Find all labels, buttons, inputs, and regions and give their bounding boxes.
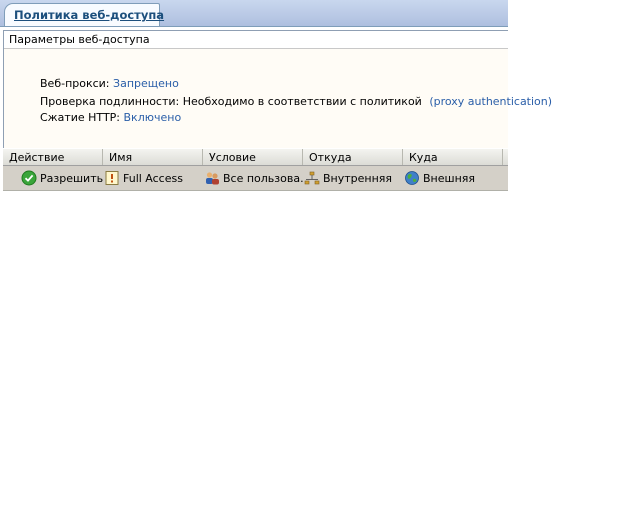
tab-strip: Политика веб-доступа — [0, 0, 508, 27]
table-row[interactable]: Разрешить Full Access Все пользова... Вн… — [3, 166, 508, 191]
web-access-settings-panel: Параметры веб-доступа Веб-прокси: Запрещ… — [3, 30, 552, 148]
column-header-name[interactable]: Имя — [103, 149, 203, 165]
panel-title: Параметры веб-доступа — [9, 33, 150, 46]
panel-header: Параметры веб-доступа — [4, 31, 508, 49]
globe-icon — [405, 171, 419, 185]
users-icon — [206, 172, 219, 185]
cell-name: Full Access — [104, 166, 203, 190]
auth-setting: Проверка подлинности: Необходимо в соотв… — [40, 95, 552, 108]
cell-destination: Внешняя — [404, 166, 503, 190]
cell-condition: Все пользова... — [204, 166, 303, 190]
auth-extra[interactable]: (proxy authentication) — [429, 95, 552, 108]
column-header-source[interactable]: Откуда — [303, 149, 403, 165]
tab-web-access-policy[interactable]: Политика веб-доступа — [4, 3, 164, 26]
source-text: Внутренняя — [323, 171, 393, 185]
web-proxy-setting: Веб-прокси: Запрещено — [40, 77, 179, 90]
allow-check-icon — [21, 170, 37, 186]
network-icon — [304, 171, 320, 185]
grid-header: Действие Имя Условие Откуда Куда — [3, 149, 508, 166]
rule-icon — [105, 171, 119, 185]
compression-value[interactable]: Включено — [124, 111, 182, 124]
rule-name-text: Full Access — [123, 171, 183, 185]
cell-action: Разрешить — [21, 166, 103, 190]
web-proxy-label: Веб-прокси: — [40, 77, 110, 90]
auth-value: Необходимо в соответствии с политикой — [182, 95, 422, 108]
cell-source: Внутренняя — [304, 166, 403, 190]
column-header-action[interactable]: Действие — [3, 149, 103, 165]
action-text: Разрешить — [40, 171, 103, 185]
destination-text: Внешняя — [423, 171, 475, 185]
auth-label: Проверка подлинности: — [40, 95, 180, 108]
column-header-destination[interactable]: Куда — [403, 149, 503, 165]
condition-text: Все пользова... — [223, 171, 303, 185]
tab-label: Политика веб-доступа — [14, 8, 165, 22]
web-access-policy-view: Политика веб-доступа Параметры веб-досту… — [0, 0, 552, 192]
column-header-condition[interactable]: Условие — [203, 149, 303, 165]
web-proxy-value[interactable]: Запрещено — [113, 77, 179, 90]
compression-label: Сжатие HTTP: — [40, 111, 121, 124]
compression-setting: Сжатие HTTP: Включено — [40, 111, 181, 124]
